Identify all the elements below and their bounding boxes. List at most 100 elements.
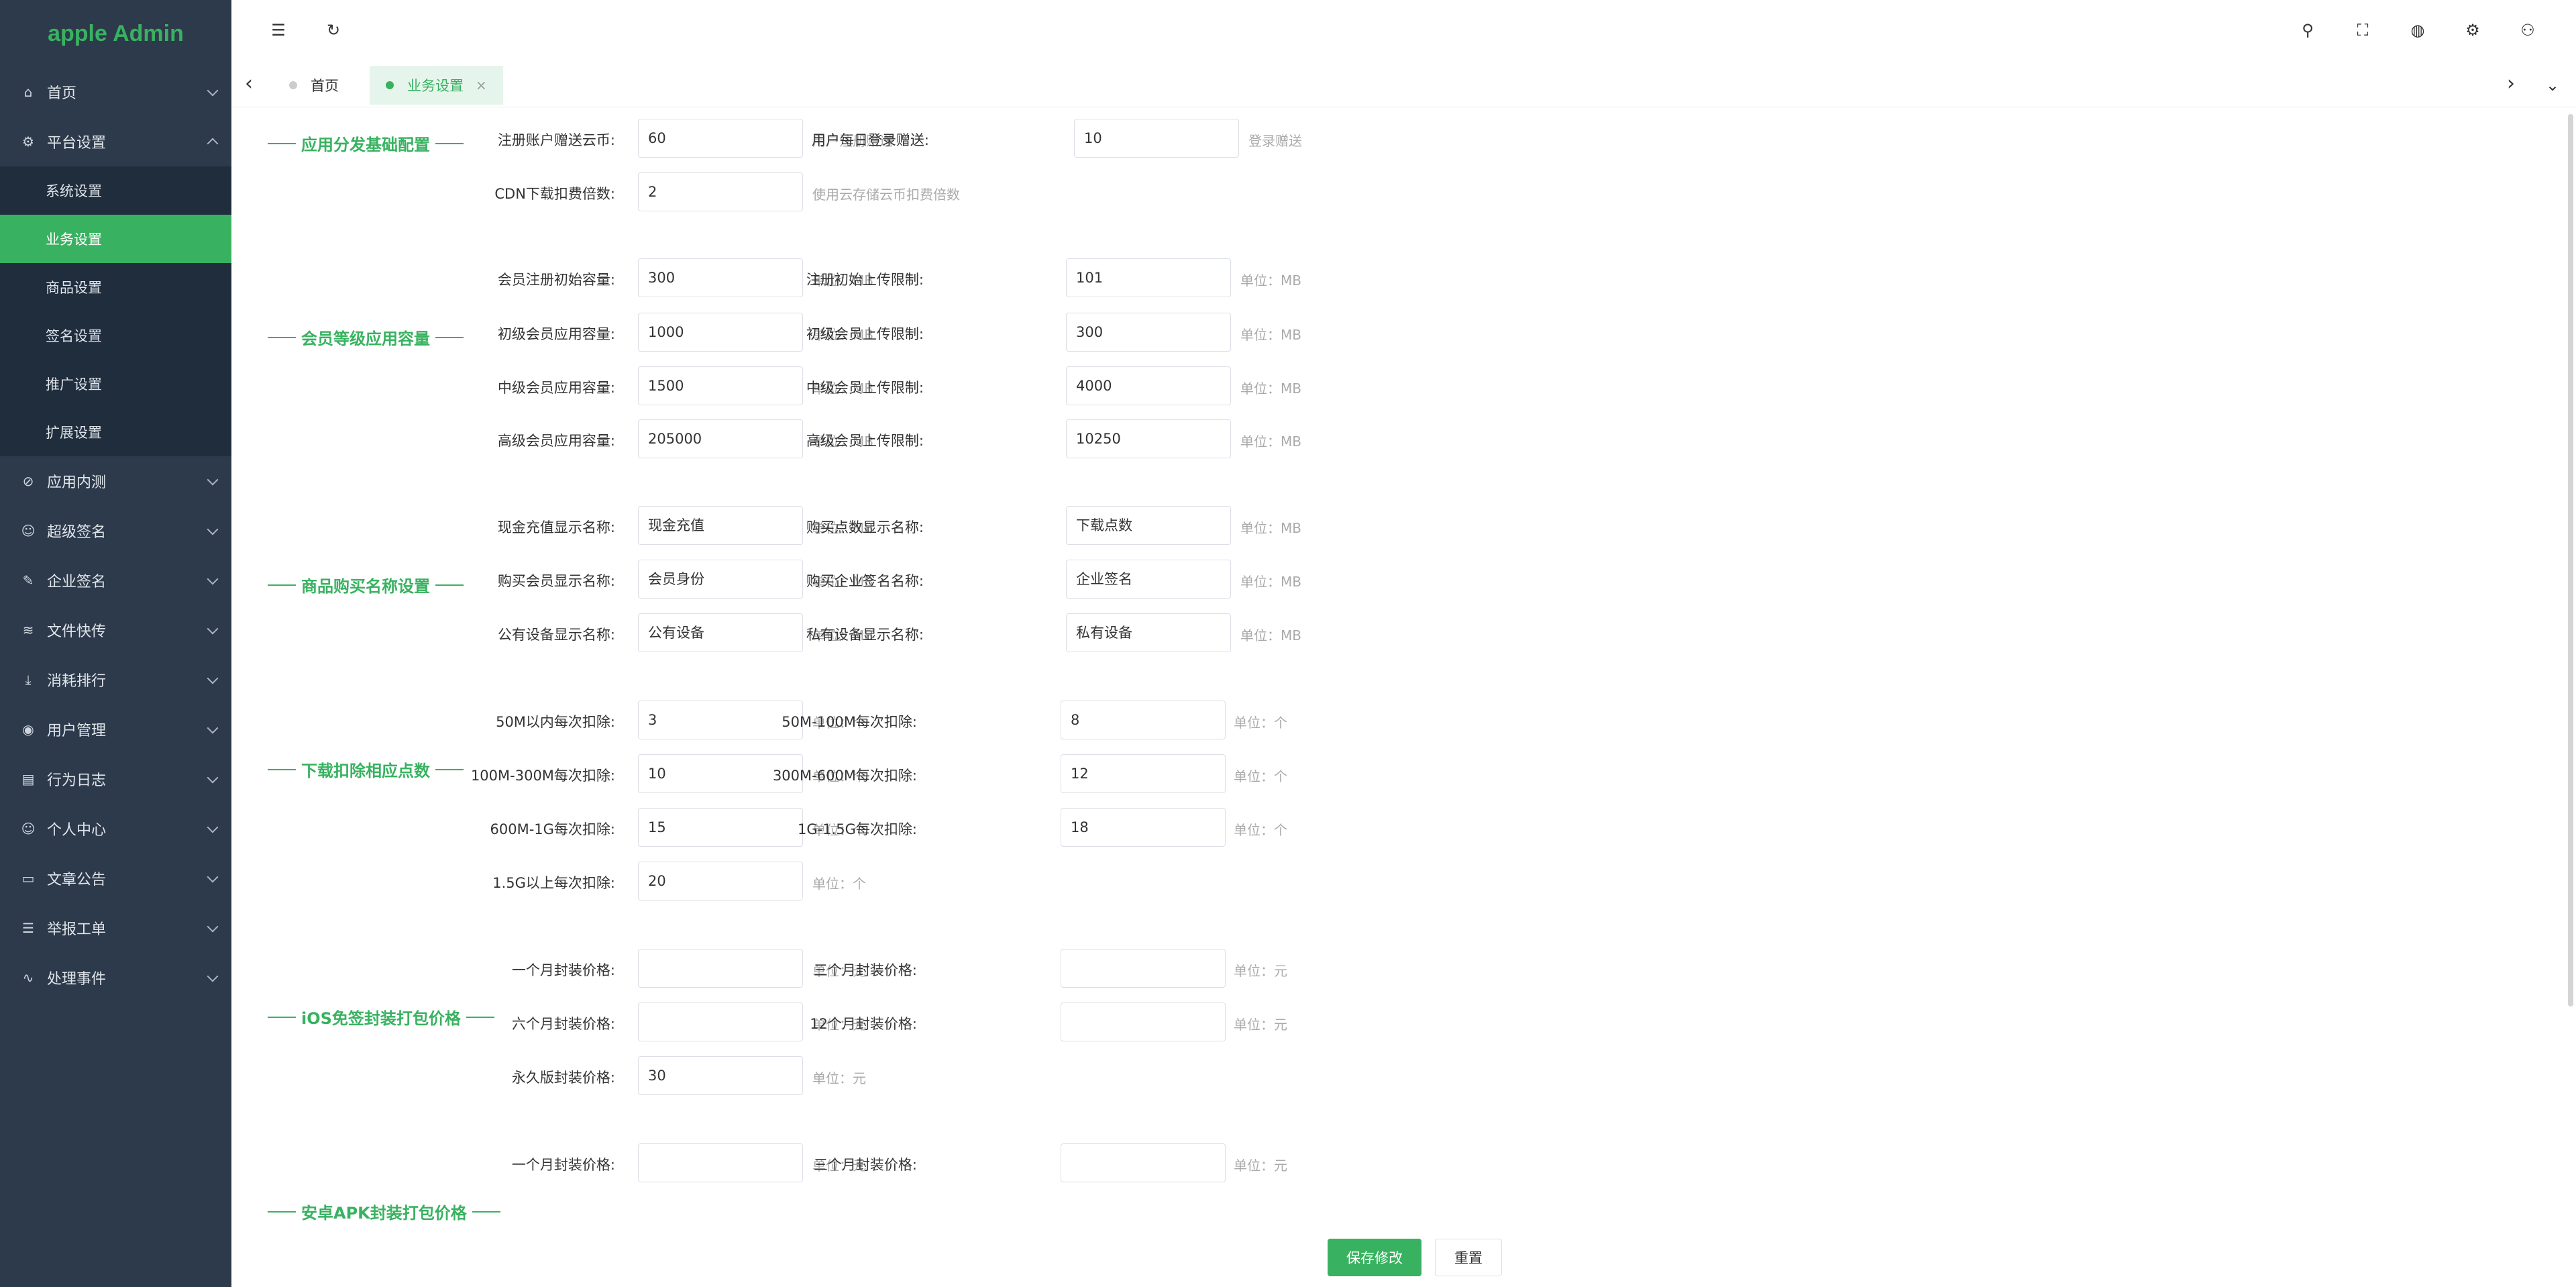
field-input[interactable] — [638, 1143, 803, 1182]
field-input[interactable]: 1500 — [638, 366, 803, 405]
field-label: 公有设备显示名称: — [497, 627, 615, 643]
field-hint: 单位：MB — [1240, 272, 1301, 289]
field-input[interactable]: 12 — [1061, 754, 1226, 793]
scrollbar[interactable] — [2568, 114, 2573, 1007]
sidebar-item-10[interactable]: ▭ 文章公告 — [0, 854, 231, 903]
field-input[interactable] — [638, 949, 803, 988]
tags-prev-icon[interactable]: ‹ — [245, 74, 253, 94]
section-text: iOS免签封装打包价格 — [301, 1009, 461, 1028]
field-input[interactable]: 60 — [638, 119, 803, 158]
tab-dot-icon — [289, 81, 297, 89]
sidebar-item-label: 行为日志 — [47, 772, 107, 789]
field-input[interactable] — [638, 1002, 803, 1041]
field-label: 高级会员应用容量: — [497, 433, 615, 449]
field-label: CDN下载扣费倍数: — [494, 186, 615, 202]
tab-business-settings[interactable]: 业务设置 × — [370, 66, 503, 105]
sidebar-subitem-2[interactable]: 商品设置 — [0, 263, 231, 311]
field-input[interactable]: 8 — [1061, 701, 1226, 739]
sidebar-item-label: 个人中心 — [47, 822, 107, 839]
reset-button[interactable]: 重置 — [1435, 1239, 1502, 1276]
section-line — [268, 1211, 296, 1213]
list-icon: ☰ — [22, 920, 34, 936]
sidebar-subitem-4[interactable]: 推广设置 — [0, 360, 231, 408]
section-line — [435, 768, 464, 770]
field-input[interactable]: 15 — [638, 808, 803, 847]
field-input[interactable]: 下载点数 — [1066, 506, 1231, 545]
field-hint: 单位：个 — [812, 876, 866, 892]
field-input[interactable]: 私有设备 — [1066, 613, 1231, 652]
field-input[interactable]: 20 — [638, 862, 803, 900]
user-circle-icon: ◉ — [22, 721, 34, 737]
field-input[interactable] — [1061, 1143, 1226, 1182]
field-label: 私有设备显示名称: — [806, 627, 924, 643]
field-label: 购买会员显示名称: — [497, 573, 615, 589]
field-input[interactable]: 会员身份 — [638, 560, 803, 599]
tags-next-icon[interactable]: › — [2507, 74, 2515, 94]
settings-icon[interactable]: ⚙ — [2463, 20, 2483, 40]
section-title: iOS免签封装打包价格 — [262, 1005, 500, 1029]
field-hint: 单位：MB — [1240, 520, 1301, 536]
field-input[interactable]: 3 — [638, 701, 803, 739]
field-input[interactable]: 101 — [1066, 258, 1231, 297]
menu-fold-icon[interactable]: ☰ — [268, 20, 288, 40]
field-label: 用户每日登录赠送: — [811, 132, 929, 148]
field-input[interactable]: 现金充值 — [638, 506, 803, 545]
field-input[interactable]: 1000 — [638, 313, 803, 352]
sidebar-subitem-5[interactable]: 扩展设置 — [0, 408, 231, 456]
field-label: 初级会员上传限制: — [806, 326, 924, 342]
field-input[interactable] — [1061, 1002, 1226, 1041]
section-line — [472, 1211, 500, 1213]
chevron-down-icon — [207, 474, 219, 486]
sidebar-item-11[interactable]: ☰ 举报工单 — [0, 903, 231, 953]
sidebar-item-5[interactable]: ≋ 文件快传 — [0, 605, 231, 655]
tab-close-icon[interactable]: × — [476, 77, 487, 93]
chevron-down-icon — [207, 85, 219, 97]
main-area: ☰ ↻ ⚲ ⛶ ◍ ⚙ ⚇ ‹ 首页 业务设置 × › ⌄ 应用分发基础配置 会员… — [231, 0, 2576, 1287]
tab-home[interactable]: 首页 — [273, 66, 355, 105]
file-icon: ▤ — [21, 771, 35, 787]
smile-icon: ☺ — [21, 821, 36, 837]
sidebar-item-2[interactable]: ⊘ 应用内测 — [0, 456, 231, 506]
field-label: 三个月封装价格: — [813, 962, 917, 978]
tab-label: 业务设置 — [407, 78, 464, 94]
sidebar-subitem-3[interactable]: 签名设置 — [0, 311, 231, 360]
field-input[interactable]: 公有设备 — [638, 613, 803, 652]
sidebar-subitem-1[interactable]: 业务设置 — [0, 215, 231, 263]
section-line — [466, 1016, 494, 1018]
chevron-down-icon — [207, 970, 219, 982]
tags-dropdown-icon[interactable]: ⌄ — [2546, 75, 2559, 95]
field-input[interactable] — [1061, 949, 1226, 988]
sidebar-item-4[interactable]: ✎ 企业签名 — [0, 556, 231, 605]
save-button[interactable]: 保存修改 — [1328, 1239, 1421, 1276]
sidebar-subitem-0[interactable]: 系统设置 — [0, 166, 231, 215]
field-input[interactable]: 10250 — [1066, 419, 1231, 458]
sidebar-item-3[interactable]: ☺ 超级签名 — [0, 506, 231, 556]
field-input[interactable]: 企业签名 — [1066, 560, 1231, 599]
field-input[interactable]: 18 — [1061, 808, 1226, 847]
chevron-down-icon — [207, 772, 219, 784]
sidebar-item-9[interactable]: ☺ 个人中心 — [0, 804, 231, 854]
sidebar-item-6[interactable]: ⤓ 消耗排行 — [0, 655, 231, 705]
sidebar-item-7[interactable]: ◉ 用户管理 — [0, 705, 231, 754]
field-input[interactable]: 2 — [638, 172, 803, 211]
sidebar-item-8[interactable]: ▤ 行为日志 — [0, 754, 231, 804]
chevron-down-icon — [207, 921, 219, 933]
sidebar-item-12[interactable]: ∿ 处理事件 — [0, 953, 231, 1002]
field-input[interactable]: 300 — [1066, 313, 1231, 352]
globe-icon[interactable]: ◍ — [2408, 20, 2428, 40]
fullscreen-icon[interactable]: ⛶ — [2353, 20, 2373, 40]
sidebar-item-label: 文章公告 — [47, 872, 107, 888]
field-input[interactable]: 10 — [1074, 119, 1239, 158]
refresh-icon[interactable]: ↻ — [323, 20, 343, 40]
search-icon[interactable]: ⚲ — [2298, 20, 2318, 40]
field-input[interactable]: 30 — [638, 1056, 803, 1095]
user-icon[interactable]: ⚇ — [2518, 20, 2538, 40]
field-hint: 单位：元 — [812, 1070, 866, 1086]
field-hint: 单位：MB — [1240, 327, 1301, 343]
field-input[interactable]: 205000 — [638, 419, 803, 458]
field-input[interactable]: 300 — [638, 258, 803, 297]
field-input[interactable]: 4000 — [1066, 366, 1231, 405]
sidebar-item-1[interactable]: ⚙ 平台设置 — [0, 117, 231, 166]
sidebar-item-0[interactable]: ⌂ 首页 — [0, 67, 231, 117]
chevron-down-icon — [207, 871, 219, 883]
